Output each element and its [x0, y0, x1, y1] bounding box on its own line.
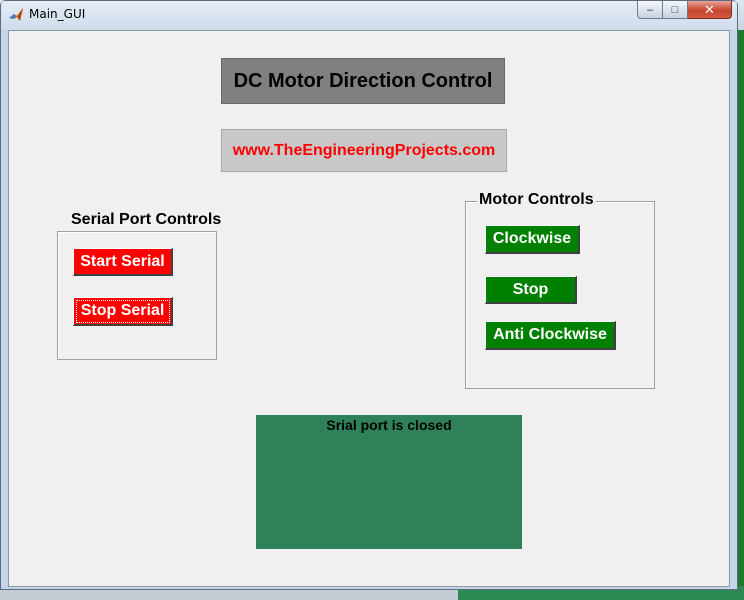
close-icon: ✕ — [704, 1, 715, 17]
stop-serial-button[interactable]: Stop Serial — [73, 297, 173, 326]
status-text: Srial port is closed — [326, 417, 452, 433]
window-controls: ‒ □ ✕ — [637, 1, 732, 21]
maximize-button[interactable]: □ — [663, 1, 688, 19]
close-button[interactable]: ✕ — [688, 1, 732, 19]
serial-panel-title: Serial Port Controls — [69, 211, 224, 229]
background-desktop-edge — [738, 30, 744, 590]
title-bar[interactable]: Main_GUI ‒ □ ✕ — [1, 1, 737, 30]
minimize-icon: ‒ — [646, 3, 654, 16]
start-serial-button[interactable]: Start Serial — [73, 248, 173, 276]
clockwise-button[interactable]: Clockwise — [485, 225, 580, 254]
maximize-icon: □ — [671, 3, 679, 16]
window-title: Main_GUI — [29, 7, 86, 21]
motor-panel-title: Motor Controls — [477, 191, 596, 209]
minimize-button[interactable]: ‒ — [637, 1, 663, 19]
website-url: www.TheEngineeringProjects.com — [221, 129, 507, 172]
stop-motor-button[interactable]: Stop — [485, 276, 577, 304]
status-panel: Srial port is closed — [256, 415, 522, 549]
page-title: DC Motor Direction Control — [221, 58, 505, 104]
matlab-icon — [9, 8, 23, 21]
anticlockwise-button[interactable]: Anti Clockwise — [485, 321, 616, 350]
